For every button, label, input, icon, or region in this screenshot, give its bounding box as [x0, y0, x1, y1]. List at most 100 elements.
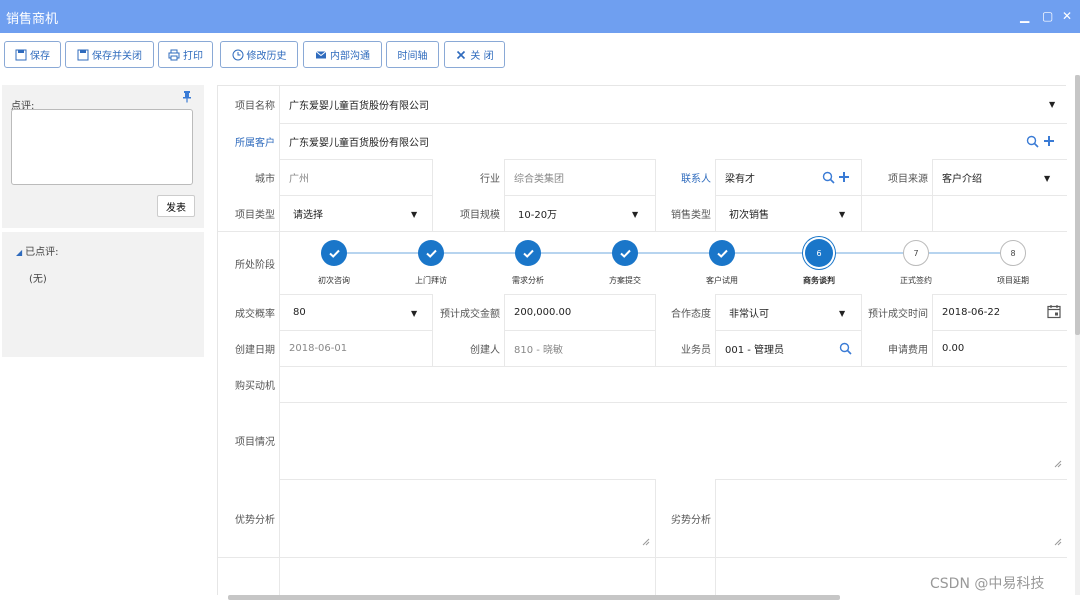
creator-label: 创建人 [433, 330, 504, 366]
checkmark-icon [522, 249, 534, 258]
resize-grip-icon[interactable] [642, 538, 650, 546]
pin-icon[interactable] [181, 90, 193, 104]
stage-step-2[interactable] [418, 240, 444, 266]
stage-label-6: 商务谈判 [803, 276, 835, 285]
stage-step-6[interactable]: 6 [805, 239, 833, 267]
project-type-select[interactable]: 请选择 [284, 195, 404, 231]
created-date-label: 创建日期 [218, 330, 279, 366]
situation-input[interactable] [282, 404, 1062, 477]
calendar-icon[interactable] [1047, 304, 1061, 319]
search-icon[interactable] [1026, 135, 1039, 148]
project-name-select[interactable]: 广东爱婴儿童百货股份有限公司 [280, 86, 1040, 123]
mail-icon [315, 50, 327, 58]
contact-label-link[interactable]: 联系人 [656, 159, 715, 195]
motive-label: 购买动机 [218, 366, 279, 402]
stage-label-3: 需求分析 [512, 276, 544, 285]
history-button[interactable]: 修改历史 [220, 41, 298, 68]
print-button[interactable]: 打印 [158, 41, 213, 68]
customer-label-link[interactable]: 所属客户 [218, 123, 279, 159]
dropdown-caret-icon[interactable]: ▼ [411, 309, 417, 318]
attitude-select[interactable]: 非常认可 [720, 294, 830, 330]
mail-button[interactable]: 内部沟通 [303, 41, 382, 68]
grid-line [218, 557, 1067, 558]
scale-select[interactable]: 10-20万 [509, 195, 629, 231]
stage-number: 7 [913, 248, 919, 258]
save-button-label: 保存 [30, 51, 50, 62]
checkmark-icon [425, 249, 437, 258]
probability-select[interactable]: 80 [284, 294, 404, 330]
salesman-value[interactable]: 001 - 管理员 [716, 330, 826, 366]
expense-input[interactable]: 0.00 [933, 330, 1033, 366]
stage-label-5: 客户试用 [706, 276, 738, 285]
project-name-label: 项目名称 [218, 86, 279, 123]
scale-label: 项目规模 [433, 195, 504, 231]
minimize-icon[interactable]: ▁ [1020, 9, 1029, 23]
close-button-label: 关 闭 [470, 51, 494, 62]
stage-step-7[interactable]: 7 [903, 240, 929, 266]
save-button[interactable]: 保存 [4, 41, 61, 68]
source-select[interactable]: 客户介绍 [933, 159, 1033, 195]
probability-label: 成交概率 [218, 294, 279, 330]
window-titlebar: 销售商机 ▁ ▢ ✕ [0, 0, 1080, 33]
resize-grip-icon[interactable] [1054, 460, 1062, 468]
plus-icon[interactable] [1043, 135, 1055, 147]
watermark: CSDN @中易科技 [930, 576, 1045, 592]
stage-step-5[interactable] [709, 240, 735, 266]
customer-value[interactable]: 广东爱婴儿童百货股份有限公司 [280, 123, 980, 159]
stage-step-1[interactable] [321, 240, 347, 266]
checkmark-icon [328, 249, 340, 258]
expense-label: 申请费用 [862, 330, 932, 366]
print-button-label: 打印 [183, 51, 203, 62]
dropdown-caret-icon[interactable]: ▼ [632, 210, 638, 219]
close-icon[interactable]: ✕ [1062, 9, 1072, 23]
close-button[interactable]: 关 闭 [444, 41, 505, 68]
reviewed-header[interactable]: ◢ 已点评: [16, 243, 59, 258]
advantage-input[interactable] [282, 481, 652, 555]
dropdown-caret-icon[interactable]: ▼ [1044, 174, 1050, 183]
window-title: 销售商机 [6, 12, 59, 27]
maximize-icon[interactable]: ▢ [1042, 9, 1053, 23]
reviewed-empty-text: (无) [29, 274, 47, 285]
dropdown-caret-icon[interactable]: ▼ [839, 309, 845, 318]
plus-icon[interactable] [838, 171, 850, 183]
stage-number: 6 [816, 248, 822, 258]
industry-value: 综合类集团 [514, 173, 564, 185]
search-icon[interactable] [822, 171, 835, 184]
post-review-button[interactable]: 发表 [157, 195, 195, 217]
stage-step-8[interactable]: 8 [1000, 240, 1026, 266]
save-close-button-label: 保存并关闭 [92, 51, 142, 62]
checkmark-icon [716, 249, 728, 258]
stage-label-1: 初次咨询 [318, 276, 350, 285]
advantage-label: 优势分析 [218, 479, 279, 557]
review-input[interactable] [11, 109, 193, 185]
city-label: 城市 [218, 159, 279, 195]
motive-input[interactable] [282, 368, 1062, 400]
contact-value[interactable]: 梁有才 [716, 159, 816, 195]
save-close-button[interactable]: 保存并关闭 [65, 41, 154, 68]
vertical-scrollbar-thumb[interactable] [1075, 75, 1080, 335]
dropdown-caret-icon[interactable]: ▼ [411, 210, 417, 219]
stage-label-7: 正式签约 [900, 276, 932, 285]
attitude-label: 合作态度 [656, 294, 715, 330]
amount-label: 预计成交金额 [433, 294, 504, 330]
stage-step-4[interactable] [612, 240, 638, 266]
checkmark-icon [619, 249, 631, 258]
history-button-label: 修改历史 [246, 51, 287, 62]
toolbar: 保存 保存并关闭 打印 修改历史 内部沟通 时间轴 关 闭 [0, 33, 1080, 75]
amount-input[interactable]: 200,000.00 [505, 294, 653, 330]
resize-grip-icon[interactable] [1054, 538, 1062, 546]
timeline-button[interactable]: 时间轴 [386, 41, 439, 68]
dropdown-caret-icon[interactable]: ▼ [1049, 100, 1055, 109]
grid-line [715, 479, 716, 596]
search-icon[interactable] [839, 342, 852, 355]
sales-type-select[interactable]: 初次销售 [720, 195, 830, 231]
x-icon [457, 50, 466, 59]
reviewed-label: 已点评: [25, 247, 59, 258]
stage-step-3[interactable] [515, 240, 541, 266]
disadvantage-input[interactable] [718, 481, 1063, 555]
grid-line [218, 479, 1067, 480]
mail-button-label: 内部沟通 [330, 51, 370, 62]
deal-time-input[interactable]: 2018-06-22 [933, 294, 1033, 330]
dropdown-caret-icon[interactable]: ▼ [839, 210, 845, 219]
horizontal-scrollbar-thumb[interactable] [228, 595, 840, 600]
